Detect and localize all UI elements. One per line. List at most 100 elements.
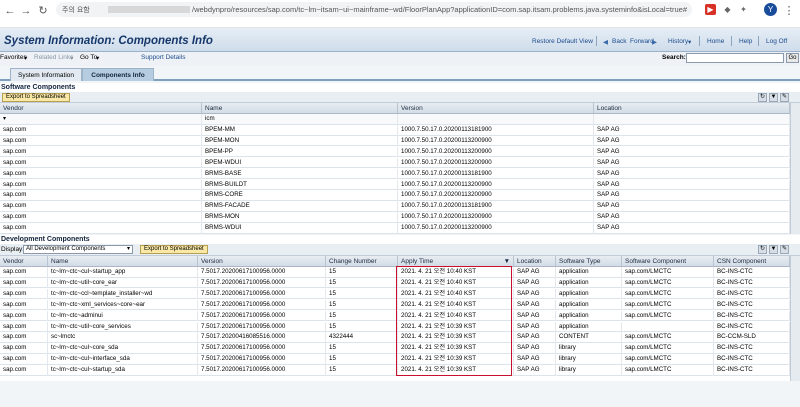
table-row[interactable]: sap.com tc~lm~ctc~ccl~template_installer~… (0, 288, 790, 300)
url-text[interactable]: /webdynpro/resources/sap.com/tc~lm~itsam… (192, 5, 687, 14)
table-row[interactable]: sap.com BRMS-FACADE 1000.7.50.17.0.2020011… (0, 201, 790, 212)
security-warning-label[interactable]: 주의 요함 (62, 5, 90, 15)
forward-arrow-icon[interactable]: → (19, 4, 33, 18)
search-input[interactable] (686, 53, 784, 63)
refresh-icon[interactable]: ↻ (758, 93, 767, 102)
development-scrollbar[interactable] (790, 256, 800, 381)
support-details-link[interactable]: Support Details (141, 54, 185, 61)
table-cell: SAP AG (514, 321, 556, 333)
export-spreadsheet-button[interactable]: Export to Spreadsheet (140, 245, 208, 254)
table-cell: sap.com/LMCTC (622, 288, 714, 300)
column-header-name[interactable]: Name (202, 103, 398, 114)
display-select[interactable]: All Development Components ▾ (23, 245, 133, 254)
column-header-location[interactable]: Location (514, 256, 556, 267)
menu-bar: Favorites ▾ Related Links ▾ Go To ▾ Supp… (0, 52, 800, 66)
display-label: Display: (1, 246, 25, 253)
table-row[interactable]: sap.com BRMS-BASE 1000.7.50.17.0.202001131… (0, 168, 790, 180)
column-header-vendor[interactable]: Vendor (0, 256, 48, 267)
back-arrow-icon[interactable]: ← (3, 4, 17, 18)
table-row[interactable]: sap.com BRMS-CORE 1000.7.50.17.0.202001132… (0, 190, 790, 201)
restore-default-view-link[interactable]: Restore Default View (532, 38, 593, 45)
menu-dots-icon[interactable]: ⋮ (782, 4, 796, 18)
filter-input-name[interactable]: icm (202, 114, 398, 125)
search-go-button[interactable]: Go (786, 53, 799, 63)
page-title: System Information: Components Info (4, 35, 213, 47)
home-link[interactable]: Home (707, 38, 724, 45)
column-header-csn-component[interactable]: CSN Component (714, 256, 790, 267)
favorites-menu[interactable]: Favorites (0, 54, 27, 61)
column-header-software-component[interactable]: Software Component (622, 256, 714, 267)
puzzle-icon[interactable]: ✦ (738, 4, 749, 15)
filter-icon[interactable]: ▼ (769, 93, 778, 102)
table-row[interactable]: sap.com BPEM-PP 1000.7.50.17.0.20200113200… (0, 146, 790, 158)
table-cell: SAP AG (514, 354, 556, 365)
refresh-icon[interactable]: ↻ (758, 245, 767, 254)
filter-icon[interactable]: ▼ (769, 245, 778, 254)
tab-strip: System Information Components Info (0, 66, 800, 81)
settings-icon[interactable]: ✎ (780, 245, 789, 254)
table-row[interactable]: sap.com tc~lm~ctc~cul~interface_sda 7.5017… (0, 354, 790, 365)
go-to-menu[interactable]: Go To (80, 54, 97, 61)
log-off-link[interactable]: Log Off (766, 38, 787, 45)
back-link[interactable]: Back (612, 38, 626, 45)
table-cell: SAP AG (594, 168, 790, 180)
column-header-version[interactable]: Version (398, 103, 594, 114)
table-row[interactable]: sap.com BPEM-WDUI 1000.7.50.17.0.202001132… (0, 157, 790, 169)
table-row[interactable]: sap.com BRMS-MON 1000.7.50.17.0.2020011320… (0, 212, 790, 223)
table-cell: BC-INS-CTC (714, 267, 790, 278)
chevron-down-icon[interactable]: ▾ (70, 54, 73, 62)
sort-desc-icon[interactable]: ▼ (504, 256, 510, 267)
software-scrollbar[interactable] (790, 103, 800, 234)
table-cell: SAP AG (594, 212, 790, 223)
forward-chevron-icon[interactable]: ▶ (652, 38, 657, 46)
chevron-down-icon[interactable]: ▾ (688, 38, 691, 46)
table-row[interactable]: sap.com BPEM-MON 1000.7.50.17.0.2020011320… (0, 135, 790, 147)
tab-components-info[interactable]: Components Info (82, 68, 154, 81)
extension-icon[interactable]: ◆ (722, 4, 733, 15)
address-bar[interactable]: 주의 요함 /webdynpro/resources/sap.com/tc~lm… (56, 2, 692, 17)
table-cell: 2021. 4. 21 오전 10:39 KST (398, 343, 514, 354)
filter-input-version[interactable] (398, 114, 594, 125)
table-row[interactable]: sap.com BRMS-WDUI 1000.7.50.17.0.202001132… (0, 223, 790, 234)
tab-system-information[interactable]: System Information (10, 68, 82, 81)
column-header-location[interactable]: Location (594, 103, 790, 114)
column-header-name[interactable]: Name (48, 256, 198, 267)
table-row[interactable]: sap.com tc~lm~ctc~adminui 7.5017.202006171… (0, 310, 790, 322)
reload-icon[interactable]: ↻ (36, 4, 50, 18)
filter-icon[interactable]: ▾ (0, 114, 202, 125)
history-link[interactable]: History (668, 38, 688, 45)
table-row[interactable]: sap.com tc~lm~ctc~cul~core_sda 7.5017.2020… (0, 343, 790, 354)
settings-icon[interactable]: ✎ (780, 93, 789, 102)
column-header-version[interactable]: Version (198, 256, 326, 267)
extension-icon[interactable]: ▶ (705, 4, 716, 15)
column-header-software-type[interactable]: Software Type (556, 256, 622, 267)
column-header-vendor[interactable]: Vendor (0, 103, 202, 114)
table-row[interactable]: sap.com sc~lmctc 7.5017.20200416085516.000… (0, 332, 790, 343)
table-cell: application (556, 288, 622, 300)
table-row[interactable]: sap.com tc~lm~ctc~util~core_services 7.501… (0, 321, 790, 333)
table-cell: 15 (326, 299, 398, 311)
table-row[interactable]: sap.com tc~lm~ctc~cul~startup_app 7.5017.2… (0, 267, 790, 278)
table-cell: sap.com (0, 365, 48, 376)
divider (731, 36, 732, 46)
table-row[interactable]: sap.com tc~lm~ctc~util~core_ear 7.5017.202… (0, 277, 790, 289)
table-cell: 2021. 4. 21 오전 10:39 KST (398, 332, 514, 343)
back-chevron-icon[interactable]: ◀ (603, 38, 608, 46)
table-cell: 7.5017.20200617100956.0000 (198, 288, 326, 300)
table-row[interactable]: sap.com BRMS-BUILDT 1000.7.50.17.0.2020011… (0, 179, 790, 191)
column-header-change-number[interactable]: Change Number (326, 256, 398, 267)
filter-input-location[interactable] (594, 114, 790, 125)
avatar[interactable]: Y (764, 3, 777, 16)
related-links-menu[interactable]: Related Links (34, 54, 73, 61)
table-cell: sap.com/LMCTC (622, 267, 714, 278)
table-cell: sap.com/LMCTC (622, 277, 714, 289)
help-link[interactable]: Help (739, 38, 752, 45)
chevron-down-icon[interactable]: ▾ (24, 54, 27, 62)
export-spreadsheet-button[interactable]: Export to Spreadsheet (2, 93, 70, 102)
table-row[interactable]: sap.com tc~lm~ctc~cul~startup_sda 7.5017.2… (0, 365, 790, 376)
forward-link[interactable]: Forward (630, 38, 654, 45)
table-row[interactable]: sap.com tc~lm~ctc~xml_services~core~ear 7.… (0, 299, 790, 311)
column-header-apply-time[interactable]: Apply Time ▼ (398, 256, 514, 267)
chevron-down-icon[interactable]: ▾ (96, 54, 99, 62)
table-row[interactable]: sap.com BPEM-MM 1000.7.50.17.0.20200113181… (0, 125, 790, 136)
